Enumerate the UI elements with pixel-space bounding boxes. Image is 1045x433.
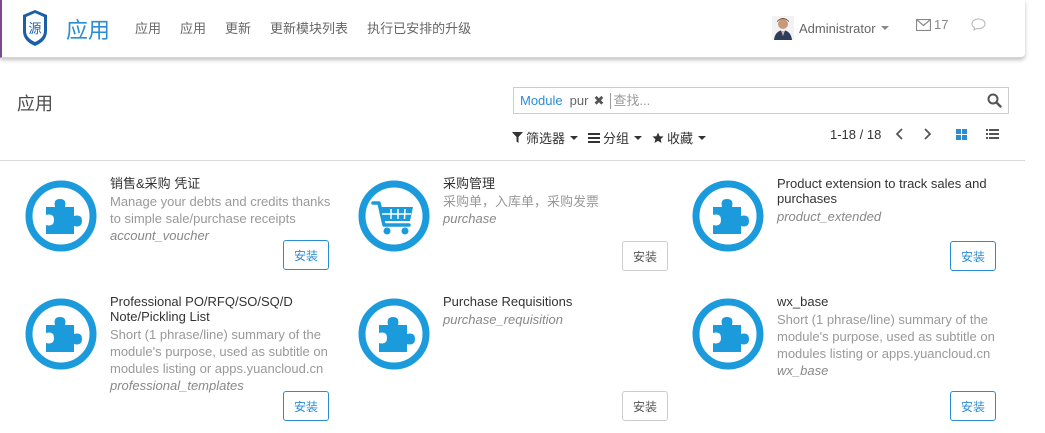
groupby-label: 分组: [603, 131, 630, 146]
puzzle-icon: [692, 180, 764, 252]
top-menu: 应用 应用 更新 更新模块列表 执行已安排的升级: [135, 18, 490, 37]
module-name: 采购管理: [443, 176, 496, 191]
menu-item-apply-scheduled-upgrades[interactable]: 执行已安排的升级: [367, 18, 471, 37]
module-summary: Short (1 phrase/line) summary of the mod…: [110, 327, 328, 376]
user-menu[interactable]: Administrator: [772, 16, 889, 40]
module-technical-name: product_extended: [777, 209, 882, 224]
module-name: Purchase Requisitions: [443, 294, 573, 309]
puzzle-icon: [25, 298, 97, 370]
page-title: 应用: [17, 94, 53, 114]
filter-icon: [512, 132, 523, 143]
module-card-purchase[interactable]: 采购管理 采购单，入库单，采购发票 purchase 安装: [357, 176, 677, 286]
user-name: Administrator: [799, 20, 876, 36]
install-button[interactable]: 安装: [950, 391, 996, 421]
chat-icon[interactable]: [971, 18, 986, 31]
module-name: Professional PO/RFQ/SO/SQ/D Note/Picklin…: [110, 294, 293, 324]
search-input[interactable]: [610, 92, 971, 109]
module-card-purchase-requisition[interactable]: Purchase Requisitions purchase_requisiti…: [357, 294, 677, 421]
chevron-down-icon: [698, 135, 707, 140]
module-summary: Short (1 phrase/line) summary of the mod…: [777, 312, 995, 361]
module-card-professional-templates[interactable]: Professional PO/RFQ/SO/SQ/D Note/Picklin…: [24, 294, 344, 421]
module-name: Product extension to track sales and pur…: [777, 176, 987, 206]
favorites-label: 收藏: [667, 131, 694, 146]
top-navbar: 源 应用 应用 应用 更新 更新模块列表 执行已安排的升级 Administra…: [0, 0, 1025, 58]
puzzle-icon: [25, 180, 97, 252]
yuancloud-logo[interactable]: 源: [21, 9, 49, 47]
svg-text:源: 源: [28, 22, 41, 37]
module-summary: 采购单，入库单，采购发票: [443, 194, 600, 209]
puzzle-icon: [358, 298, 430, 370]
list-icon: [588, 133, 601, 143]
menu-item-updates[interactable]: 更新: [225, 18, 251, 37]
module-technical-name: purchase_requisition: [443, 312, 563, 327]
module-name: 销售&采购 凭证: [110, 176, 201, 191]
favorites-dropdown[interactable]: 收藏: [652, 128, 707, 147]
pager-value[interactable]: 1-18 / 18: [830, 127, 881, 142]
filters-dropdown[interactable]: 筛选器: [512, 128, 579, 147]
install-button[interactable]: 安装: [950, 241, 996, 271]
install-button[interactable]: 安装: [622, 241, 668, 271]
chevron-down-icon: [570, 135, 579, 140]
facet-remove-icon[interactable]: ✖: [593, 93, 604, 109]
module-technical-name: purchase: [443, 211, 497, 226]
menu-item-apps[interactable]: 应用: [135, 18, 161, 37]
groupby-dropdown[interactable]: 分组: [588, 128, 643, 147]
envelope-icon: [916, 18, 931, 31]
module-technical-name: wx_base: [777, 363, 829, 378]
module-card-product-extended[interactable]: Product extension to track sales and pur…: [691, 176, 1011, 286]
chevron-right-icon[interactable]: [922, 128, 932, 140]
cart-icon: [358, 180, 430, 252]
module-summary: Manage your debts and credits thanks to …: [110, 194, 331, 226]
search-icon[interactable]: [987, 93, 1002, 108]
module-name: wx_base: [777, 294, 829, 309]
menu-item-update-module-list[interactable]: 更新模块列表: [270, 18, 348, 37]
menu-item-apps-2[interactable]: 应用: [180, 18, 206, 37]
search-bar[interactable]: Module pur ✖: [513, 87, 1009, 114]
list-view-icon[interactable]: [986, 128, 999, 140]
puzzle-icon: [692, 298, 764, 370]
messages-button[interactable]: 17: [916, 17, 948, 32]
search-facet-value: pur: [569, 93, 589, 108]
search-options: 筛选器 分组 收藏: [512, 128, 716, 147]
avatar: [772, 16, 794, 40]
kanban-view-icon[interactable]: [955, 128, 968, 141]
app-title[interactable]: 应用: [66, 13, 110, 45]
chevron-left-icon[interactable]: [895, 128, 905, 140]
divider: [0, 160, 1025, 161]
star-icon: [652, 132, 664, 143]
search-facet-label: Module: [520, 93, 563, 108]
module-card-account-voucher[interactable]: 销售&采购 凭证 Manage your debts and credits t…: [24, 176, 344, 286]
module-card-wx-base[interactable]: wx_base Short (1 phrase/line) summary of…: [691, 294, 1011, 421]
chevron-down-icon: [880, 26, 889, 30]
chevron-down-icon: [634, 135, 643, 140]
install-button[interactable]: 安装: [622, 391, 668, 421]
mail-count: 17: [934, 17, 949, 32]
filters-label: 筛选器: [526, 131, 566, 146]
install-button[interactable]: 安装: [283, 240, 329, 270]
install-button[interactable]: 安装: [283, 391, 329, 421]
